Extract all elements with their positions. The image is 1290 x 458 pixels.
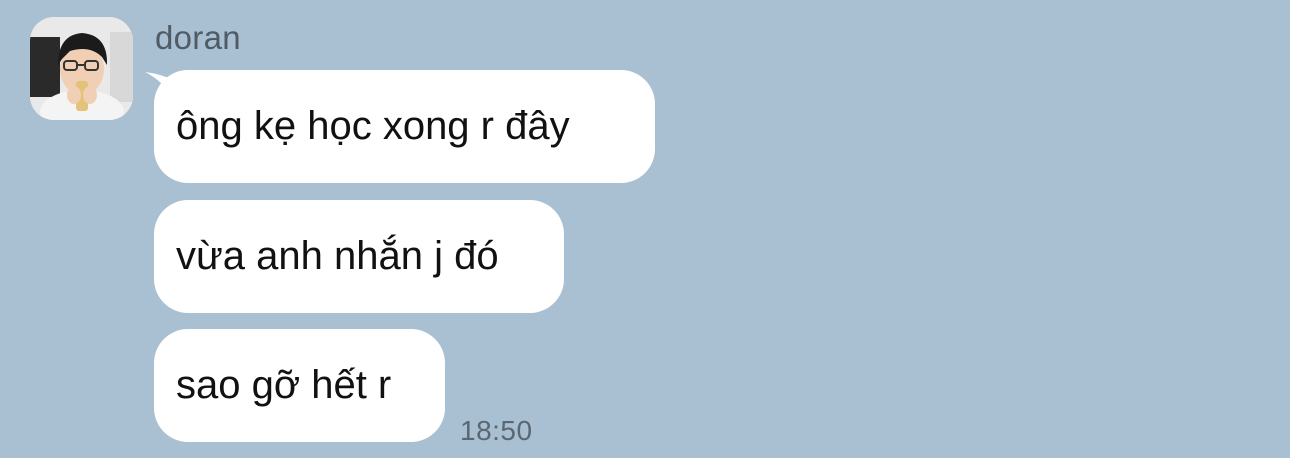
message-bubble[interactable]: sao gỡ hết r [154,329,445,442]
message-text: sao gỡ hết r [176,363,392,407]
avatar[interactable] [30,17,133,120]
avatar-image [30,17,133,120]
message-text: ông kẹ học xong r đây [176,104,570,148]
message-text: vừa anh nhắn j đó [176,234,499,278]
message-timestamp: 18:50 [460,415,533,446]
sender-name: doran [155,19,241,56]
chat-view: doran ông kẹ học xong r đây vừa anh nhắn… [0,0,1290,458]
message-bubble[interactable]: vừa anh nhắn j đó [154,200,564,313]
message-bubble[interactable]: ông kẹ học xong r đây [154,70,655,183]
